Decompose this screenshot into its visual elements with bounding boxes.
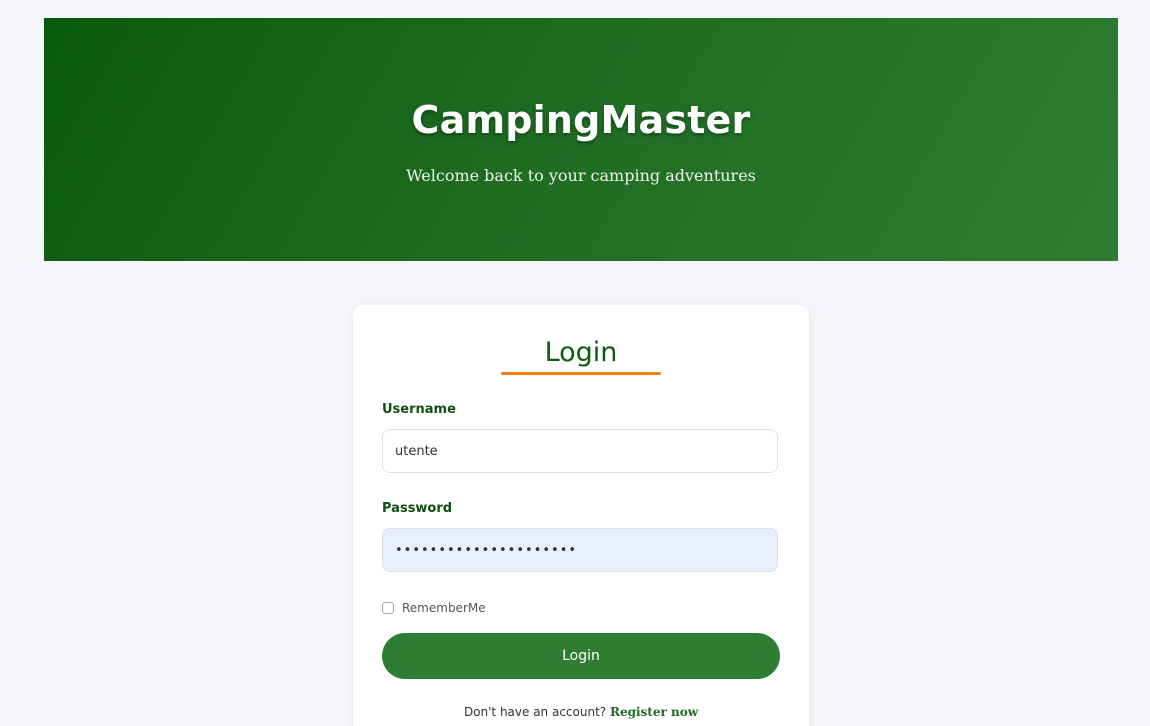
title-underline <box>501 372 661 375</box>
register-prompt-text: Don't have an account? <box>463 705 607 719</box>
login-button[interactable]: Login <box>382 633 780 679</box>
login-page: CampingMaster Welcome back to your campi… <box>0 0 1150 726</box>
username-label: Username <box>382 402 456 417</box>
login-card: Login Username Password RememberMe Login… <box>353 305 809 726</box>
remember-me-row[interactable]: RememberMe <box>382 601 486 615</box>
app-title: CampingMaster <box>411 98 751 142</box>
remember-me-label[interactable]: RememberMe <box>402 601 486 615</box>
username-input[interactable] <box>382 429 778 473</box>
register-prompt: Don't have an account? Register now <box>353 705 809 719</box>
hero-subtitle: Welcome back to your camping adventures <box>406 166 756 185</box>
password-input[interactable] <box>382 528 778 572</box>
password-label: Password <box>382 501 453 516</box>
login-title: Login <box>544 337 618 368</box>
remember-me-checkbox[interactable] <box>382 602 394 614</box>
register-link[interactable]: Register now <box>610 705 698 719</box>
hero-banner: CampingMaster Welcome back to your campi… <box>44 18 1118 261</box>
